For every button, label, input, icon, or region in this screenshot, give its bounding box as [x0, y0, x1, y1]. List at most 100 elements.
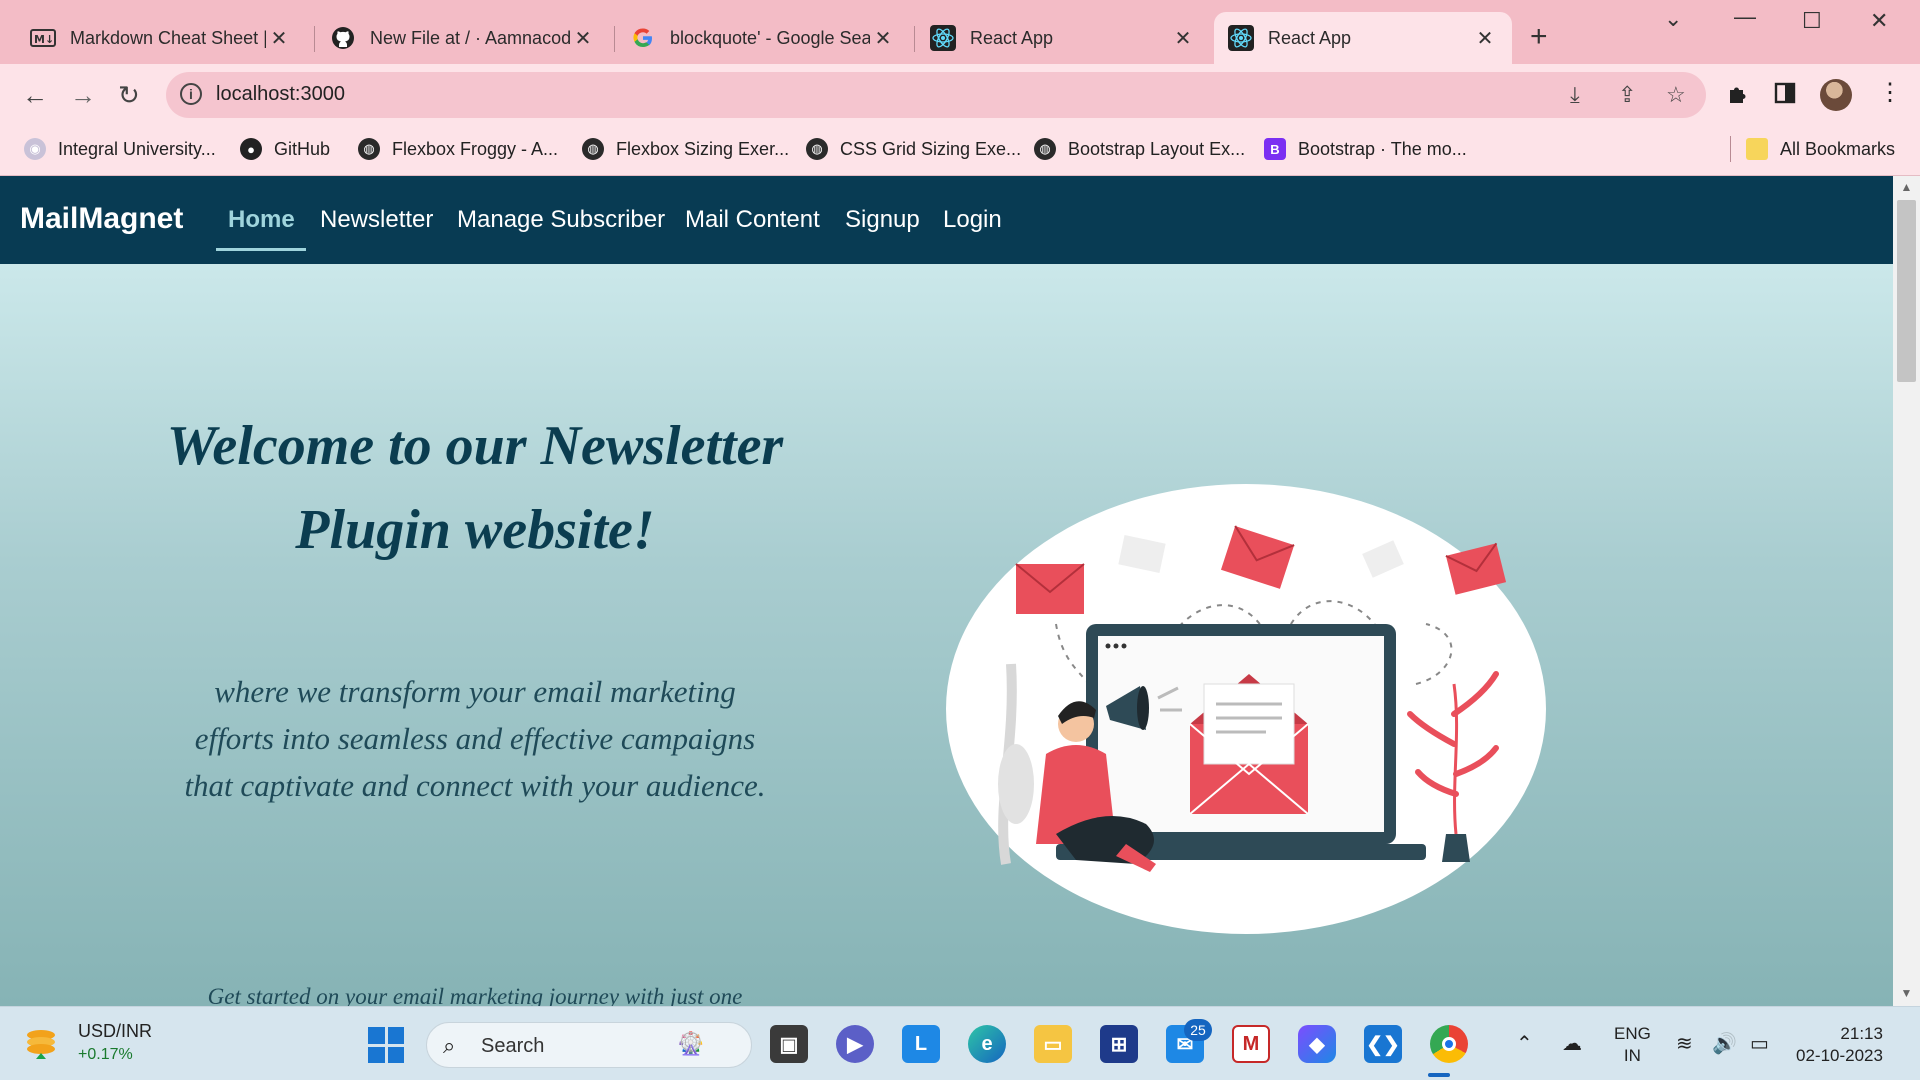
bookmark-github[interactable]: ● GitHub: [240, 138, 330, 160]
maximize-button[interactable]: ☐: [1802, 8, 1822, 34]
taskbar-search[interactable]: ⌕ Search 🎡: [426, 1022, 752, 1068]
mcafee-icon[interactable]: M: [1232, 1025, 1270, 1063]
copilot-icon[interactable]: ◆: [1298, 1025, 1336, 1063]
folder-icon: [1746, 138, 1768, 160]
forward-arrow-icon[interactable]: →: [70, 80, 96, 111]
edge-browser-icon[interactable]: e: [968, 1025, 1006, 1063]
svg-text:M↓: M↓: [34, 33, 54, 46]
bookmarks-separator: [1730, 136, 1731, 162]
tab-title: React App: [1268, 27, 1352, 48]
app-navbar: MailMagnet Home Newsletter Manage Subscr…: [0, 176, 1893, 264]
close-tab-icon[interactable]: ✕: [1472, 26, 1498, 51]
chrome-menu-icon[interactable]: ⋮: [1878, 78, 1902, 107]
minimize-button[interactable]: —: [1734, 4, 1756, 30]
scroll-up-arrow-icon[interactable]: ▲: [1893, 180, 1920, 194]
bookmark-label: Bootstrap Layout Ex...: [1068, 138, 1246, 159]
teams-chat-icon[interactable]: ▶: [836, 1025, 874, 1063]
bookmark-css-grid-sizing[interactable]: ◍ CSS Grid Sizing Exe...: [806, 138, 1021, 160]
wifi-icon[interactable]: ≋: [1676, 1031, 1693, 1056]
install-app-icon[interactable]: ⤓: [1570, 82, 1580, 108]
newsletter-illustration: [946, 484, 1546, 934]
tab-google-search[interactable]: blockquote' - Google Sea ✕: [616, 12, 910, 64]
address-url[interactable]: localhost:3000: [216, 83, 345, 106]
all-bookmarks-button[interactable]: All Bookmarks: [1746, 138, 1895, 160]
close-tab-icon[interactable]: ✕: [1170, 26, 1196, 51]
brand-logo[interactable]: MailMagnet: [20, 202, 183, 236]
github-icon: ●: [240, 138, 262, 160]
globe-icon: ◍: [582, 138, 604, 160]
microsoft-store-icon[interactable]: ⊞: [1100, 1025, 1138, 1063]
bookmark-label: Integral University...: [58, 138, 216, 159]
chrome-icon[interactable]: [1430, 1025, 1468, 1063]
browser-toolbar: ← → ↻ i localhost:3000 ⤓ ⇪ ☆ ⋮: [0, 64, 1920, 126]
nav-mail-content[interactable]: Mail Content: [685, 206, 820, 234]
nav-newsletter[interactable]: Newsletter: [320, 206, 433, 234]
task-view-icon[interactable]: ▣: [770, 1025, 808, 1063]
lang-line-2: IN: [1623, 1046, 1641, 1065]
site-info-icon[interactable]: i: [180, 83, 202, 105]
university-icon: ◉: [24, 138, 46, 160]
react-icon: [930, 25, 956, 51]
file-explorer-icon[interactable]: ▭: [1034, 1025, 1072, 1063]
scroll-down-arrow-icon[interactable]: ▼: [1893, 986, 1920, 1000]
new-tab-button[interactable]: +: [1530, 20, 1548, 54]
bookmark-label: Flexbox Sizing Exer...: [616, 138, 790, 159]
active-nav-indicator: [216, 248, 306, 251]
nav-login[interactable]: Login: [943, 206, 1002, 234]
bookmark-integral-university[interactable]: ◉ Integral University...: [24, 138, 216, 160]
globe-icon: ◍: [1034, 138, 1056, 160]
tab-react-app[interactable]: React App ✕: [916, 12, 1210, 64]
nav-manage-subscriber[interactable]: Manage Subscriber: [457, 206, 665, 234]
onedrive-cloud-icon[interactable]: ☁: [1562, 1031, 1582, 1056]
page-scrollbar[interactable]: ▲ ▼: [1893, 176, 1920, 1006]
search-placeholder: Search: [481, 1035, 545, 1057]
lang-line-1: ENG: [1614, 1024, 1651, 1043]
vscode-icon[interactable]: ❮❯: [1364, 1025, 1402, 1063]
address-bar[interactable]: i localhost:3000 ⤓ ⇪ ☆: [166, 72, 1706, 118]
envelope-icon: [1015, 563, 1085, 614]
bookmark-bootstrap-layout[interactable]: ◍ Bootstrap Layout Ex...: [1034, 138, 1245, 160]
back-arrow-icon[interactable]: ←: [22, 80, 48, 111]
close-tab-icon[interactable]: ✕: [266, 26, 292, 51]
close-tab-icon[interactable]: ✕: [870, 26, 896, 51]
volume-icon[interactable]: 🔊: [1712, 1031, 1737, 1056]
close-tab-icon[interactable]: ✕: [570, 26, 596, 51]
markdown-icon: M↓: [30, 25, 56, 51]
bookmark-flexbox-froggy[interactable]: ◍ Flexbox Froggy - A...: [358, 138, 558, 160]
bootstrap-icon: B: [1264, 138, 1286, 160]
nav-signup[interactable]: Signup: [845, 206, 920, 234]
search-highlight-icon: 🎡: [677, 1031, 705, 1056]
close-window-button[interactable]: ✕: [1870, 8, 1888, 34]
side-panel-icon[interactable]: [1774, 82, 1796, 111]
bookmark-bootstrap[interactable]: B Bootstrap · The mo...: [1264, 138, 1467, 160]
active-app-indicator: [1428, 1073, 1450, 1077]
reload-icon[interactable]: ↻: [118, 80, 140, 111]
bookmark-label: Bootstrap · The mo...: [1298, 138, 1467, 159]
nav-home[interactable]: Home: [228, 206, 295, 234]
tray-chevron-up-icon[interactable]: ⌃: [1516, 1031, 1533, 1056]
bookmark-star-icon[interactable]: ☆: [1666, 82, 1686, 108]
system-clock[interactable]: 21:13 02-10-2023: [1796, 1023, 1883, 1067]
tab-markdown-cheat-sheet[interactable]: M↓ Markdown Cheat Sheet | ✕: [16, 12, 306, 64]
l-app-icon[interactable]: L: [902, 1025, 940, 1063]
currency-coins-icon: [27, 1030, 55, 1059]
ticker-widget[interactable]: USD/INR +0.17%: [24, 1021, 152, 1064]
ticker-symbol: USD/INR: [78, 1021, 153, 1041]
extensions-puzzle-icon[interactable]: [1726, 82, 1750, 113]
share-icon[interactable]: ⇪: [1618, 82, 1636, 108]
tab-react-app-active[interactable]: React App ✕: [1214, 12, 1512, 64]
windows-start-icon[interactable]: [368, 1027, 404, 1063]
scrollbar-thumb[interactable]: [1897, 200, 1916, 382]
clock-date: 02-10-2023: [1796, 1046, 1883, 1065]
globe-icon: ◍: [806, 138, 828, 160]
tab-separator: [914, 26, 915, 52]
tab-github-new-file[interactable]: New File at / · Aamnacod ✕: [316, 12, 610, 64]
tab-search-chevron-icon[interactable]: ⌄: [1664, 6, 1682, 32]
search-icon: ⌕: [443, 1033, 456, 1058]
page-viewport: MailMagnet Home Newsletter Manage Subscr…: [0, 176, 1920, 1006]
globe-icon: ◍: [358, 138, 380, 160]
language-indicator[interactable]: ENG IN: [1614, 1023, 1651, 1067]
bookmark-flexbox-sizing[interactable]: ◍ Flexbox Sizing Exer...: [582, 138, 789, 160]
profile-avatar[interactable]: [1820, 79, 1852, 111]
battery-icon[interactable]: ▭: [1750, 1031, 1769, 1056]
